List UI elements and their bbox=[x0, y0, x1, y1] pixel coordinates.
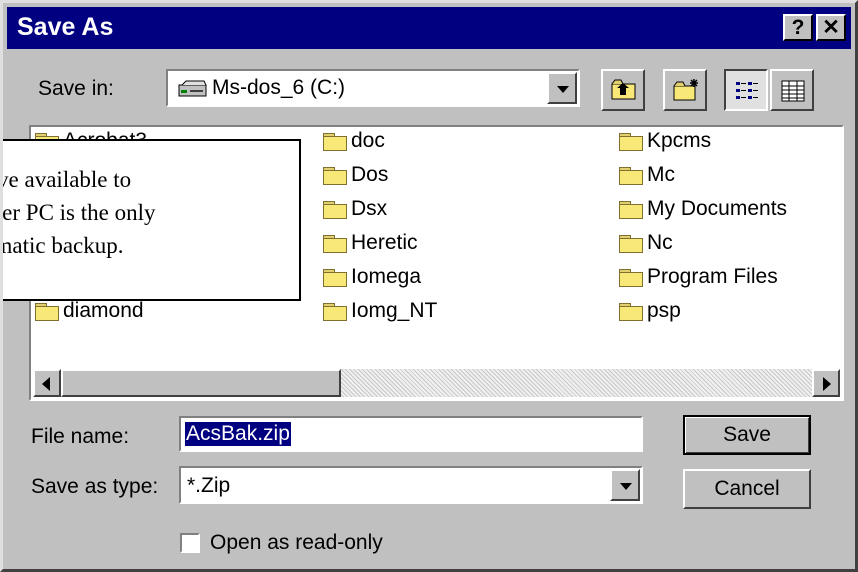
read-only-checkbox[interactable] bbox=[180, 533, 200, 553]
callout-line: rver PC is the only bbox=[3, 200, 156, 225]
arrow-right-icon bbox=[823, 377, 831, 391]
folder-icon bbox=[323, 166, 347, 185]
cancel-button[interactable]: Cancel bbox=[683, 469, 811, 509]
folder-icon bbox=[323, 234, 347, 253]
arrow-left-icon bbox=[42, 377, 50, 391]
file-name-label: File name: bbox=[31, 425, 130, 448]
folder-icon bbox=[619, 234, 643, 253]
folder-item[interactable]: My Documents bbox=[619, 197, 787, 221]
details-view-icon bbox=[781, 80, 805, 107]
save-in-dropdown-arrow[interactable] bbox=[547, 72, 577, 104]
save-as-type-label: Save as type: bbox=[31, 475, 159, 498]
horizontal-scrollbar[interactable] bbox=[33, 369, 840, 397]
close-button[interactable]: ✕ bbox=[816, 14, 846, 41]
folder-icon bbox=[323, 132, 347, 151]
folder-icon bbox=[323, 302, 347, 321]
folder-icon bbox=[619, 302, 643, 321]
save-in-dropdown[interactable]: Ms-dos_6 (C:) bbox=[166, 69, 580, 107]
folder-icon bbox=[619, 132, 643, 151]
file-name-input[interactable]: AcsBak.zip bbox=[179, 416, 643, 452]
folder-item[interactable]: Mc bbox=[619, 163, 675, 187]
callout-line: rive available to bbox=[3, 167, 132, 192]
save-as-type-dropdown[interactable]: *.Zip bbox=[179, 466, 643, 504]
list-view-button[interactable] bbox=[724, 69, 768, 111]
folder-icon bbox=[619, 268, 643, 287]
scroll-right-button[interactable] bbox=[812, 369, 840, 397]
read-only-label: Open as read-only bbox=[210, 531, 383, 554]
folder-item[interactable]: doc bbox=[323, 129, 385, 153]
dialog-title: Save As bbox=[17, 13, 114, 41]
save-as-dialog: Save As ? ✕ Save in: Ms-dos_6 (C:) Acrob… bbox=[0, 0, 858, 572]
help-button[interactable]: ? bbox=[783, 14, 813, 41]
annotation-callout: rive available to rver PC is the only om… bbox=[3, 139, 301, 301]
folder-item[interactable]: Dos bbox=[323, 163, 388, 187]
folder-icon bbox=[619, 200, 643, 219]
scroll-thumb[interactable] bbox=[61, 369, 341, 397]
up-one-level-icon bbox=[611, 79, 637, 106]
folder-icon bbox=[619, 166, 643, 185]
save-in-label: Save in: bbox=[38, 77, 114, 100]
save-button[interactable]: Save bbox=[683, 415, 811, 455]
folder-item[interactable]: Kpcms bbox=[619, 129, 711, 153]
folder-item[interactable]: Nc bbox=[619, 231, 673, 255]
callout-line: omatic backup. bbox=[3, 233, 124, 258]
list-view-icon bbox=[735, 80, 759, 107]
folder-item[interactable]: Dsx bbox=[323, 197, 387, 221]
folder-item[interactable]: Iomega bbox=[323, 265, 421, 289]
details-view-button[interactable] bbox=[770, 69, 814, 111]
folder-item[interactable]: diamond bbox=[35, 299, 144, 323]
folder-icon bbox=[323, 200, 347, 219]
scroll-left-button[interactable] bbox=[33, 369, 61, 397]
folder-item[interactable]: psp bbox=[619, 299, 681, 323]
folder-item[interactable]: Iomg_NT bbox=[323, 299, 437, 323]
drive-icon bbox=[178, 80, 208, 97]
save-as-type-value: *.Zip bbox=[187, 474, 231, 497]
title-bar[interactable]: Save As ? ✕ bbox=[7, 7, 851, 49]
create-new-folder-button[interactable] bbox=[663, 69, 707, 111]
save-in-value: Ms-dos_6 (C:) bbox=[212, 76, 346, 99]
folder-icon bbox=[323, 268, 347, 287]
file-name-value: AcsBak.zip bbox=[185, 422, 291, 446]
folder-icon bbox=[35, 302, 59, 321]
up-one-level-button[interactable] bbox=[601, 69, 645, 111]
folder-item[interactable]: Program Files bbox=[619, 265, 778, 289]
new-folder-icon bbox=[673, 78, 701, 107]
save-as-type-dropdown-arrow[interactable] bbox=[610, 469, 640, 501]
folder-item[interactable]: Heretic bbox=[323, 231, 418, 255]
